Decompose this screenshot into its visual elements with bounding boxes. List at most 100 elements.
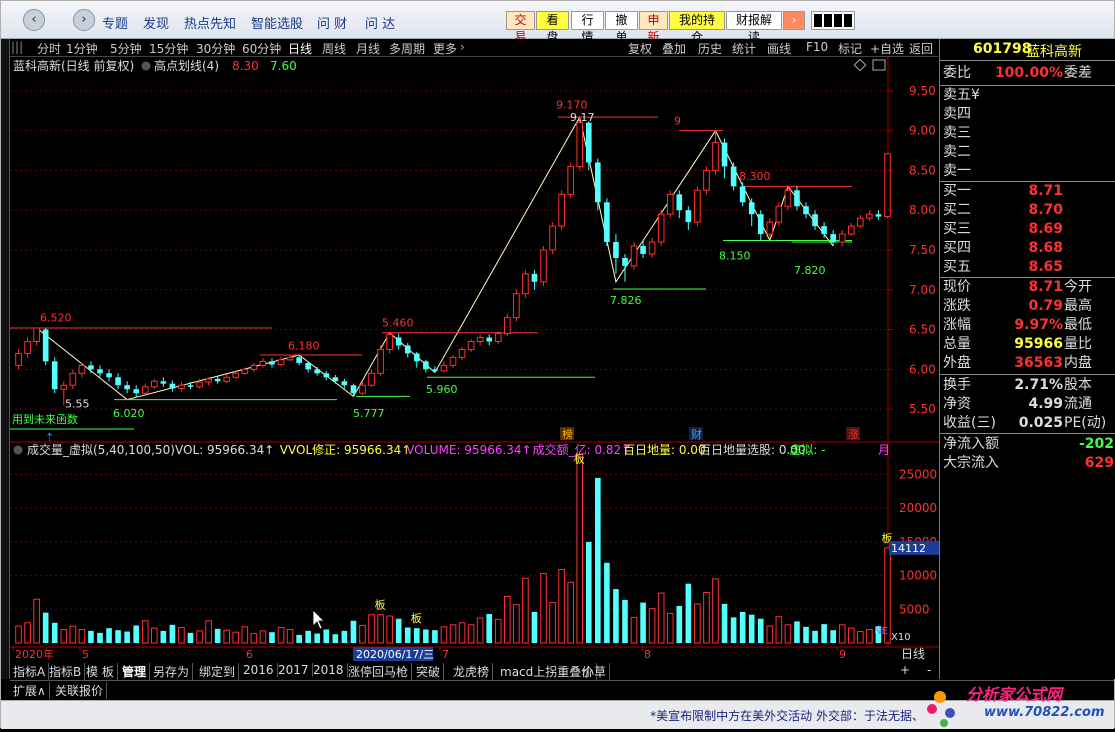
tab-period-monthly[interactable]: 月线 bbox=[356, 40, 380, 57]
sell-level-1[interactable]: 卖一 bbox=[940, 162, 1115, 181]
indicator-tab-13[interactable]: 小草 bbox=[582, 663, 611, 680]
time-tick-label: 2020年 bbox=[15, 647, 54, 661]
indicator-tab-2[interactable]: 模 板 bbox=[86, 663, 118, 680]
menu-topics[interactable]: 专题 bbox=[102, 13, 128, 32]
volume-bar-down bbox=[187, 632, 194, 643]
event-marker[interactable]: 涨 bbox=[848, 428, 859, 441]
btn-fuquan[interactable]: 复权 bbox=[628, 40, 652, 57]
tab-period-weekly[interactable]: 周线 bbox=[322, 40, 346, 57]
tab-period-15min[interactable]: 15分钟 bbox=[149, 40, 188, 57]
trade-button-5[interactable]: 我的持仓 bbox=[669, 11, 725, 44]
diamond-icon[interactable] bbox=[853, 58, 867, 72]
flow-row-1[interactable]: 大宗流入 629 bbox=[940, 454, 1115, 473]
btn-add-watchlist[interactable]: +自选 bbox=[870, 40, 904, 57]
tab-period-5min[interactable]: 5分钟 bbox=[110, 40, 142, 57]
remove-tab-button[interactable]: - bbox=[927, 663, 931, 677]
price-tick-label: 6.00 bbox=[909, 362, 936, 376]
candle-up bbox=[141, 386, 149, 394]
trade-button-1[interactable]: 看盘 bbox=[536, 11, 569, 44]
trade-button-2[interactable]: 行情 bbox=[571, 11, 604, 44]
sell-level-2[interactable]: 卖二 bbox=[940, 143, 1115, 162]
watermark-title: 分析家公式网 bbox=[966, 685, 1063, 704]
trade-button-4[interactable]: 申新 bbox=[639, 11, 668, 44]
event-marker[interactable]: 财 bbox=[691, 427, 702, 441]
price-annotation-high: 9 bbox=[674, 114, 681, 127]
trade-button-6[interactable]: 财报解读 bbox=[726, 11, 782, 44]
volume-settings-icon[interactable] bbox=[13, 445, 23, 455]
sell-level-3[interactable]: 卖三 bbox=[940, 124, 1115, 143]
indicator-tab-6[interactable]: 2016 bbox=[243, 663, 278, 677]
indicator-tab-7[interactable]: 2017 bbox=[278, 663, 313, 677]
indicator-tab-3[interactable]: 管理 bbox=[122, 663, 151, 680]
indicator-tab-0[interactable]: 指标A bbox=[13, 663, 50, 680]
kline-chart[interactable]: 板板板板 9.509.008.508.007.507.006.506.005.5… bbox=[10, 57, 939, 662]
stat-2-right-label: 最低 bbox=[1064, 317, 1092, 333]
tab-extend[interactable]: 扩展∧ bbox=[13, 682, 50, 699]
separator bbox=[940, 433, 1115, 434]
more-chevron-icon[interactable]: › bbox=[460, 40, 465, 54]
stat-4[interactable]: 外盘 36563 内盘 bbox=[940, 354, 1115, 373]
indicator-tab-5[interactable]: 绑定到 bbox=[199, 663, 240, 680]
back-button[interactable]: ‹ bbox=[23, 9, 45, 31]
minimize-icon[interactable] bbox=[872, 59, 886, 71]
buy-level-5[interactable]: 买五 8.65 bbox=[940, 258, 1115, 277]
event-marker[interactable]: 榜 bbox=[562, 427, 573, 441]
btn-mark[interactable]: 标记 bbox=[838, 40, 862, 57]
indicator-param-1: 8.30 bbox=[232, 59, 259, 73]
fund-stat-0[interactable]: 换手 2.71% 股本 bbox=[940, 376, 1115, 395]
candle-down bbox=[115, 377, 121, 386]
candle-up bbox=[205, 378, 212, 383]
fund-stat-1[interactable]: 净资 4.99 流通 bbox=[940, 395, 1115, 414]
buy-level-2[interactable]: 买二 8.70 bbox=[940, 201, 1115, 220]
tab-period-1min[interactable]: 1分钟 bbox=[66, 40, 98, 57]
indicator-tab-11[interactable]: 龙虎榜 bbox=[453, 663, 494, 680]
btn-return[interactable]: 返回 bbox=[909, 40, 933, 57]
tab-period-daily[interactable]: 日线 bbox=[288, 40, 312, 57]
forward-button[interactable]: › bbox=[73, 9, 95, 31]
indicator-tab-9[interactable]: 涨停回马枪 bbox=[348, 663, 413, 680]
tab-period-fenshi[interactable]: 分时 bbox=[37, 40, 61, 57]
indicator-tab-1[interactable]: 指标B bbox=[49, 663, 86, 680]
trade-button-3[interactable]: 撤单 bbox=[605, 11, 638, 44]
menu-hot-insight[interactable]: 热点先知 bbox=[184, 13, 236, 32]
tab-period-multi[interactable]: 多周期 bbox=[389, 40, 425, 57]
indicator-settings-icon[interactable] bbox=[141, 61, 151, 71]
indicator-tab-8[interactable]: 2018 bbox=[313, 663, 348, 677]
menu-ask-da[interactable]: 问 达 bbox=[365, 13, 395, 32]
sell-level-4[interactable]: 卖四 bbox=[940, 105, 1115, 124]
sell-level-5[interactable]: 卖五¥ bbox=[940, 86, 1115, 105]
more-trade-button[interactable]: › bbox=[783, 11, 805, 30]
add-tab-button[interactable]: + bbox=[900, 663, 910, 677]
btn-statistics[interactable]: 统计 bbox=[732, 40, 756, 57]
stat-1[interactable]: 涨跌 0.79 最高 bbox=[940, 297, 1115, 316]
menu-discover[interactable]: 发现 bbox=[143, 13, 169, 32]
stat-3[interactable]: 总量 95966 量比 bbox=[940, 335, 1115, 354]
btn-history[interactable]: 历史 bbox=[698, 40, 722, 57]
volume-bar-down bbox=[341, 630, 348, 643]
fund-stat-2-right-label: PE(动) bbox=[1064, 415, 1107, 431]
tab-period-60min[interactable]: 60分钟 bbox=[242, 40, 281, 57]
stat-0[interactable]: 现价 8.71 今开 bbox=[940, 278, 1115, 297]
tab-period-30min[interactable]: 30分钟 bbox=[196, 40, 235, 57]
btn-draw-line[interactable]: 画线 bbox=[767, 40, 791, 57]
btn-f10[interactable]: F10 bbox=[806, 40, 828, 54]
indicator-tab-4[interactable]: 另存为 bbox=[153, 663, 194, 680]
buy-level-3[interactable]: 买三 8.69 bbox=[940, 220, 1115, 239]
buy-level-1[interactable]: 买一 8.71 bbox=[940, 182, 1115, 201]
tab-related-quote[interactable]: 关联报价 bbox=[55, 682, 108, 699]
btn-overlay[interactable]: 叠加 bbox=[662, 40, 686, 57]
fund-stat-2-value: 0.025 bbox=[1018, 415, 1063, 431]
flow-row-0[interactable]: 净流入额 -202 bbox=[940, 435, 1115, 454]
menu-ask-cai[interactable]: 问 财 bbox=[317, 13, 347, 32]
candle-up bbox=[558, 193, 565, 227]
candle-down bbox=[160, 381, 167, 384]
stat-2[interactable]: 涨幅 9.97% 最低 bbox=[940, 316, 1115, 335]
candle-up bbox=[178, 384, 185, 389]
news-ticker[interactable]: *美宣布限制中方在美外交活动 外交部：于法无据、 bbox=[650, 707, 924, 724]
indicator-tab-10[interactable]: 突破 bbox=[416, 663, 445, 680]
trade-button-0[interactable]: 交易 bbox=[506, 11, 535, 44]
tab-period-more[interactable]: 更多 bbox=[433, 40, 457, 57]
menu-smart-stock-pick[interactable]: 智能选股 bbox=[251, 13, 303, 32]
buy-level-4[interactable]: 买四 8.68 bbox=[940, 239, 1115, 258]
fund-stat-2[interactable]: 收益(三) 0.025 PE(动) bbox=[940, 414, 1115, 433]
